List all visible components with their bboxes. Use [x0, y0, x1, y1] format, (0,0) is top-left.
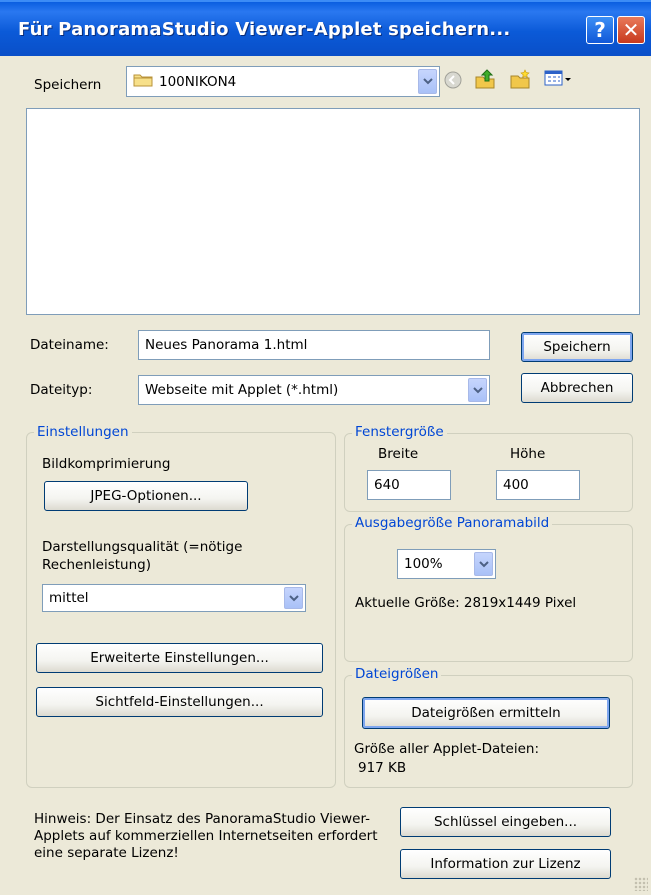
- compression-label: Bildkomprimierung: [42, 456, 171, 472]
- width-label: Breite: [378, 446, 419, 462]
- calc-sizes-button[interactable]: Dateigrößen ermitteln: [362, 697, 610, 729]
- scale-value: 100%: [404, 556, 443, 572]
- height-value: 400: [503, 477, 529, 493]
- window-title: Für PanoramaStudio Viewer-Applet speiche…: [18, 19, 511, 40]
- chevron-down-icon[interactable]: [284, 587, 303, 609]
- scale-select[interactable]: 100%: [397, 549, 496, 579]
- help-button[interactable]: ?: [586, 16, 614, 44]
- jpeg-options-button[interactable]: JPEG-Optionen...: [44, 481, 248, 511]
- file-list[interactable]: [26, 108, 640, 315]
- resize-grip[interactable]: [634, 877, 648, 891]
- output-size-legend: Ausgabegröße Panoramabild: [352, 515, 553, 531]
- output-size-group: [344, 524, 633, 662]
- total-size-label: Größe aller Applet-Dateien:: [354, 741, 540, 757]
- chevron-down-icon[interactable]: [474, 552, 493, 576]
- view-menu-icon[interactable]: [544, 69, 574, 89]
- file-sizes-legend: Dateigrößen: [352, 666, 442, 682]
- title-bar[interactable]: Für PanoramaStudio Viewer-Applet speiche…: [0, 0, 651, 56]
- fov-settings-button[interactable]: Sichtfeld-Einstellungen...: [36, 687, 323, 717]
- filename-label: Dateiname:: [30, 337, 109, 353]
- advanced-settings-button[interactable]: Erweiterte Einstellungen...: [36, 643, 323, 673]
- height-input[interactable]: 400: [496, 470, 580, 500]
- filetype-select[interactable]: Webseite mit Applet (*.html): [138, 375, 490, 405]
- new-folder-icon[interactable]: [509, 68, 531, 90]
- window-size-legend: Fenstergröße: [352, 424, 447, 440]
- filetype-value: Webseite mit Applet (*.html): [145, 382, 339, 398]
- save-button[interactable]: Speichern: [521, 332, 633, 362]
- width-value: 640: [374, 477, 400, 493]
- filename-input[interactable]: Neues Panorama 1.html: [138, 330, 490, 360]
- quality-label: Darstellungsqualität (=nötige Rechenleis…: [42, 539, 243, 573]
- filename-value: Neues Panorama 1.html: [145, 337, 308, 353]
- up-folder-icon[interactable]: [474, 68, 496, 90]
- filetype-label: Dateityp:: [30, 382, 93, 398]
- chevron-down-icon[interactable]: [418, 69, 437, 94]
- save-in-combo[interactable]: 100NIKON4: [126, 66, 440, 97]
- chevron-down-icon[interactable]: [468, 378, 487, 402]
- close-button[interactable]: ✕: [617, 16, 645, 44]
- current-size-text: Aktuelle Größe: 2819x1449 Pixel: [355, 595, 577, 611]
- license-info-button[interactable]: Information zur Lizenz: [400, 849, 611, 879]
- settings-legend: Einstellungen: [34, 424, 132, 440]
- quality-value: mittel: [49, 590, 89, 606]
- folder-icon: [133, 72, 153, 91]
- license-notice: Hinweis: Der Einsatz des PanoramaStudio …: [34, 811, 378, 861]
- save-in-folder: 100NIKON4: [159, 73, 237, 90]
- total-size-value: 917 KB: [358, 760, 407, 776]
- enter-key-button[interactable]: Schlüssel eingeben...: [400, 807, 611, 837]
- cancel-button[interactable]: Abbrechen: [521, 373, 633, 403]
- height-label: Höhe: [510, 446, 546, 462]
- save-in-label: Speichern: [34, 77, 102, 93]
- width-input[interactable]: 640: [367, 470, 451, 500]
- back-icon[interactable]: [443, 70, 463, 90]
- quality-select[interactable]: mittel: [42, 584, 306, 612]
